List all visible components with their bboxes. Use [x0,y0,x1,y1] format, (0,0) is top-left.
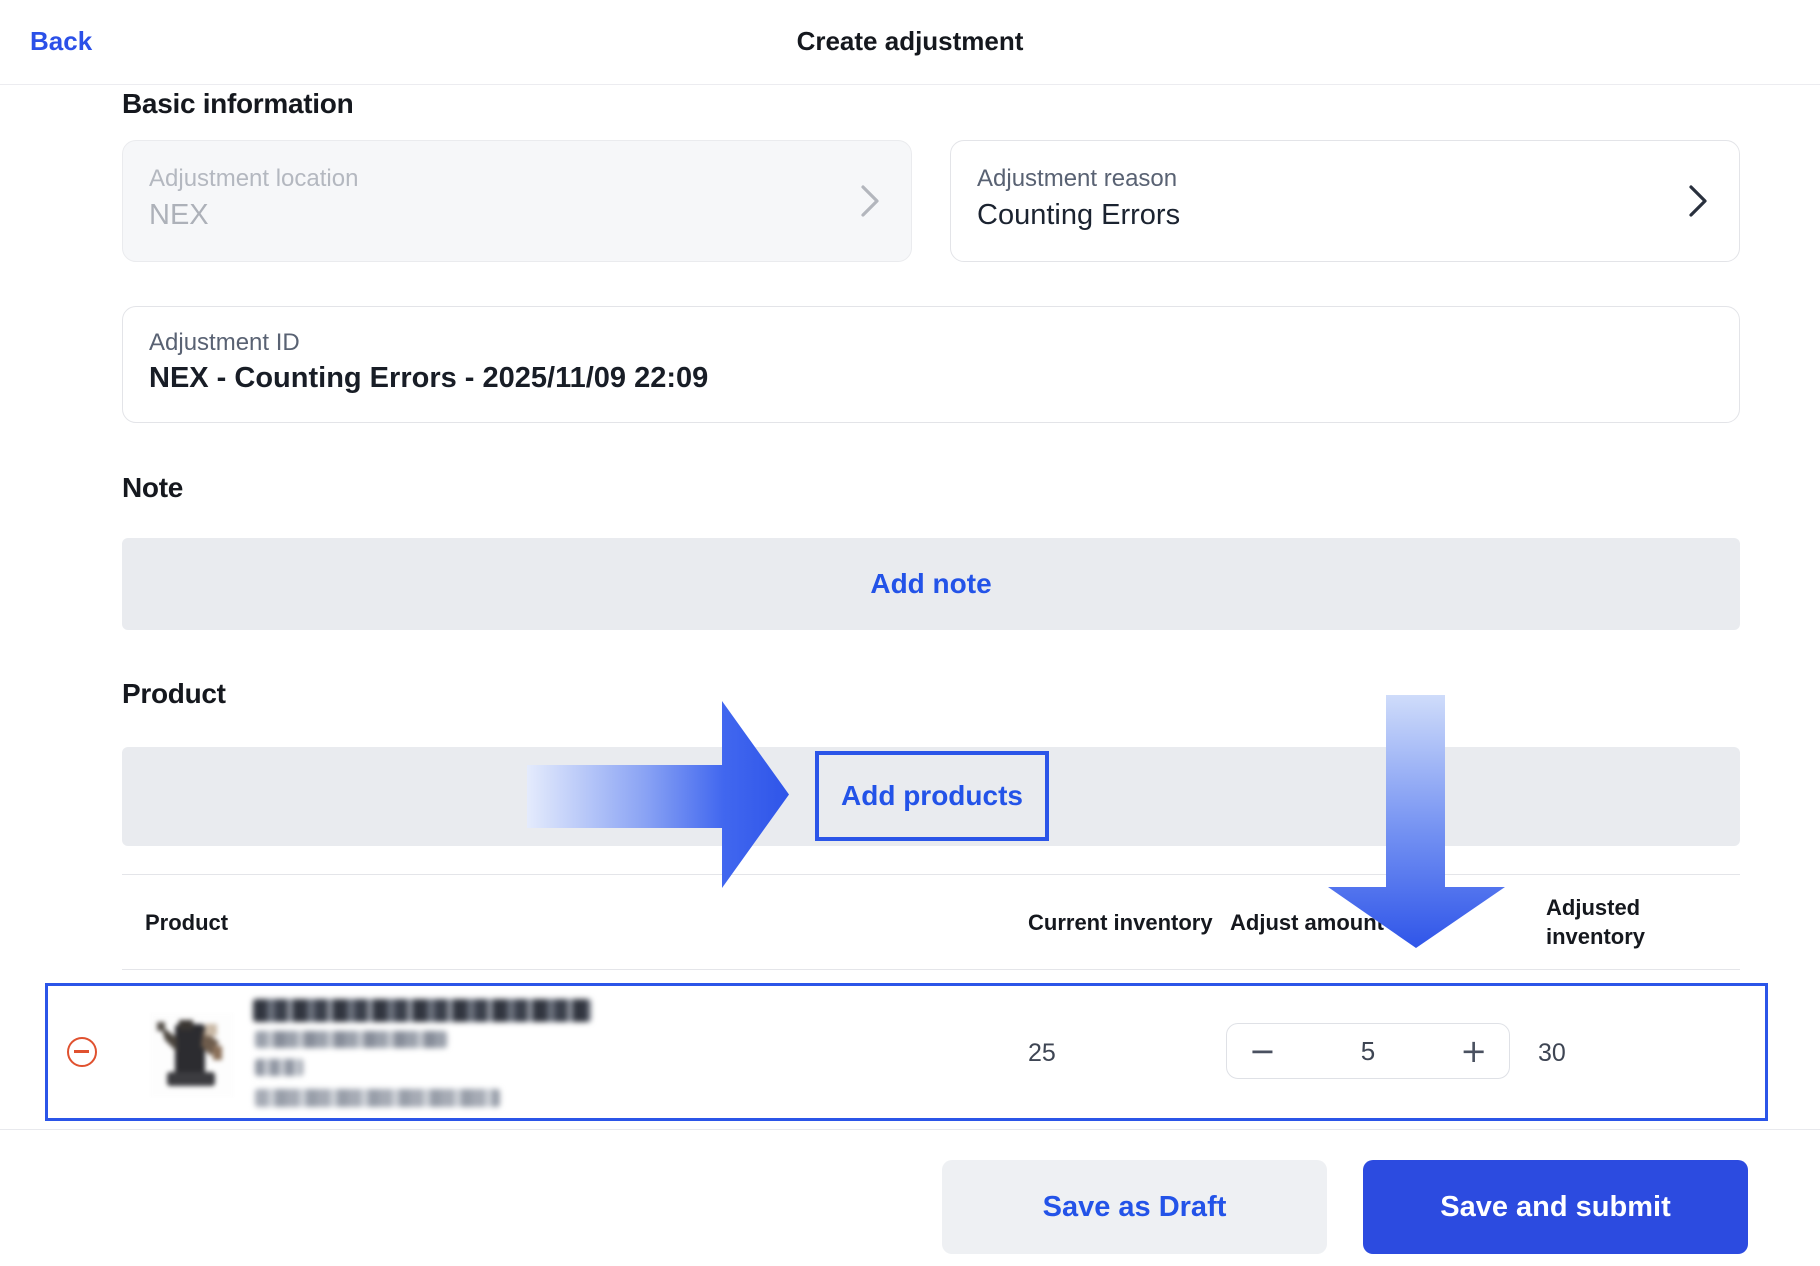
adjustment-id-label: Adjustment ID [149,329,300,357]
current-inventory-value: 25 [1028,1039,1056,1068]
adjustment-id-value: NEX - Counting Errors - 2025/11/09 22:09 [149,362,708,395]
note-bar: Add note [122,538,1740,630]
adjust-amount-stepper: − 5 + [1226,1023,1510,1079]
product-thumbnail [149,1012,235,1098]
save-as-draft-button[interactable]: Save as Draft [942,1160,1327,1254]
table-header-divider [122,969,1740,970]
column-header-adjust-amount: Adjust amount [1230,908,1384,937]
product-price-redacted [255,1059,303,1076]
column-header-adjusted-inventory: Adjusted inventory [1546,893,1645,951]
chevron-right-icon [1687,184,1709,218]
basic-information-heading: Basic information [122,88,353,120]
add-products-highlight-box: Add products [815,751,1049,841]
adjustment-id-field[interactable]: Adjustment ID NEX - Counting Errors - 20… [122,306,1740,423]
column-header-product: Product [145,908,228,937]
product-heading: Product [122,678,226,710]
adjustment-reason-value: Counting Errors [977,199,1180,232]
product-sku-redacted [255,1089,500,1107]
increment-icon[interactable]: + [1460,1035,1487,1067]
column-header-current-inventory: Current inventory [1028,908,1213,937]
create-adjustment-screen: Back Create adjustment Basic information… [0,0,1820,1266]
table-top-divider [122,874,1740,875]
add-products-button[interactable]: Add products [841,780,1023,812]
remove-product-icon[interactable] [67,1037,97,1067]
top-bar: Back Create adjustment [0,0,1820,85]
save-and-submit-button[interactable]: Save and submit [1363,1160,1748,1254]
add-note-button[interactable]: Add note [870,568,991,600]
adjustment-location-label: Adjustment location [149,165,358,193]
adjusted-inventory-line1: Adjusted [1546,893,1645,922]
chevron-right-icon [859,184,881,218]
page-title: Create adjustment [0,26,1820,57]
adjust-amount-input[interactable]: 5 [1361,1036,1375,1067]
adjusted-inventory-value: 30 [1538,1039,1566,1068]
adjustment-reason-field[interactable]: Adjustment reason Counting Errors [950,140,1740,262]
adjusted-inventory-line2: inventory [1546,922,1645,951]
product-title-redacted [253,999,591,1022]
footer-divider [0,1129,1820,1130]
adjustment-location-field: Adjustment location NEX [122,140,912,262]
product-variant-redacted [255,1031,447,1048]
adjustment-reason-label: Adjustment reason [977,165,1177,193]
adjustment-location-value: NEX [149,199,209,232]
decrement-icon[interactable]: − [1249,1035,1276,1067]
note-heading: Note [122,472,183,504]
